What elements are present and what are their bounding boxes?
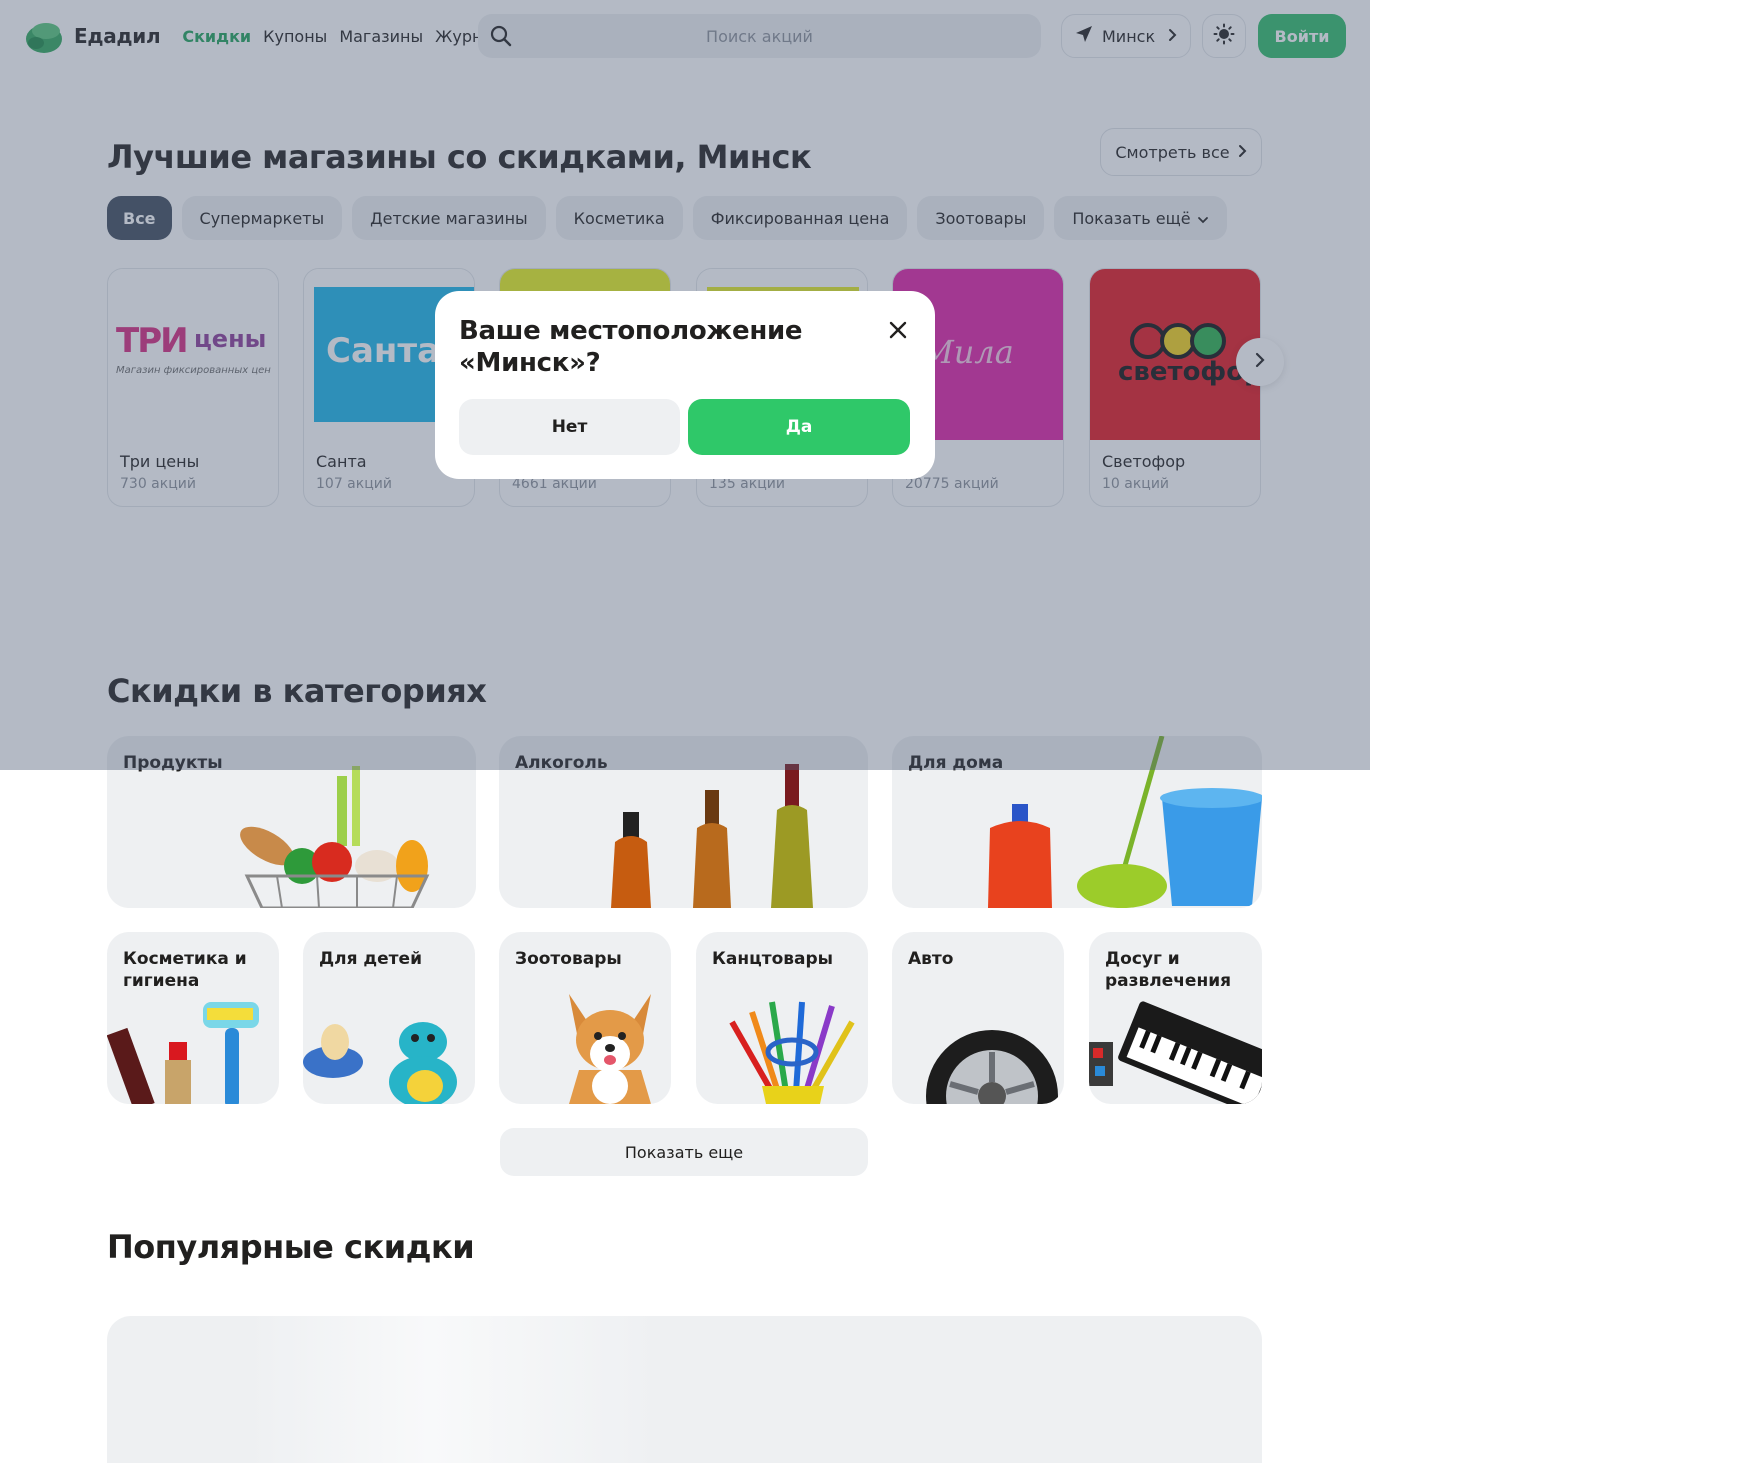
chip-show-more[interactable]: Показать ещё xyxy=(1054,196,1227,240)
chip-fixed-price[interactable]: Фиксированная цена xyxy=(692,196,908,240)
nav-item-coupons[interactable]: Купоны xyxy=(263,27,327,46)
main-nav: Скидки Купоны Магазины Журнал xyxy=(182,27,502,46)
category-card-leisure[interactable]: Досуг и развлечения xyxy=(1089,932,1262,1104)
category-label: Зоотовары xyxy=(515,949,622,969)
category-card-auto[interactable]: Авто xyxy=(892,932,1064,1104)
search-bar[interactable] xyxy=(478,14,1041,58)
store-name: Светофор xyxy=(1102,452,1186,471)
city-selector[interactable]: Минск xyxy=(1061,14,1191,58)
store-name: Три цены xyxy=(120,452,200,471)
popular-title: Популярные скидки xyxy=(107,1228,475,1266)
store-card-svetofor[interactable]: светофор Светофор 10 акций xyxy=(1089,268,1261,507)
nav-item-stores[interactable]: Магазины xyxy=(339,27,423,46)
location-yes-button[interactable]: Да xyxy=(688,399,910,455)
location-confirm-modal: Ваше местоположение «Минск»? Нет Да xyxy=(435,291,935,479)
store-deals-count: 730 акций xyxy=(120,476,196,492)
category-label: Досуг и развлечения xyxy=(1105,949,1232,991)
traffic-light-icon xyxy=(1130,323,1226,359)
location-no-button[interactable]: Нет xyxy=(459,399,680,455)
category-label: Авто xyxy=(908,949,954,969)
modal-title: Ваше местоположение «Минск»? xyxy=(459,316,803,378)
store-logo: светофор xyxy=(1090,269,1260,440)
category-label: Канцтовары xyxy=(712,949,834,969)
frog-logo-icon xyxy=(24,19,64,53)
store-deals-count: 20775 акций xyxy=(905,476,999,492)
page: Едадил Скидки Купоны Магазины Журнал Мин… xyxy=(0,0,1751,1463)
store-name: Санта xyxy=(316,452,367,471)
store-category-chips: Все Супермаркеты Детские магазины Космет… xyxy=(107,196,1227,240)
category-card-cosmetics[interactable]: Косметика и гигиена xyxy=(107,932,279,1104)
synthesizer-icon xyxy=(1089,1001,1262,1104)
chip-show-more-label: Показать ещё xyxy=(1072,208,1191,228)
tire-icon xyxy=(926,1030,1058,1104)
tri-ceny-logo: ТРИ цены Магазин фиксированных цен xyxy=(116,321,271,376)
city-label: Минск xyxy=(1102,26,1156,46)
category-card-home[interactable]: Для дома xyxy=(892,736,1262,908)
see-all-button[interactable]: Смотреть все xyxy=(1100,128,1262,176)
chevron-right-icon xyxy=(1254,351,1266,373)
pencils-icon xyxy=(729,1001,855,1104)
popular-deals-skeleton xyxy=(107,1316,1262,1463)
logo[interactable]: Едадил xyxy=(24,19,182,53)
category-card-kids[interactable]: Для детей xyxy=(303,932,475,1104)
store-deals-count: 107 акций xyxy=(316,476,392,492)
categories-title: Скидки в категориях xyxy=(107,672,487,710)
store-logo: ТРИ цены Магазин фиксированных цен xyxy=(108,269,278,440)
show-more-categories-button[interactable]: Показать еще xyxy=(500,1128,868,1176)
cleaning-supplies-icon xyxy=(988,736,1262,908)
chevron-right-icon xyxy=(1168,27,1178,46)
header: Едадил Скидки Купоны Магазины Журнал Мин… xyxy=(0,0,1370,72)
category-card-alcohol[interactable]: Алкоголь xyxy=(499,736,868,908)
login-button[interactable]: Войти xyxy=(1258,14,1346,58)
close-icon[interactable] xyxy=(883,315,913,345)
category-label: Косметика и гигиена xyxy=(123,949,247,991)
dog-icon xyxy=(569,994,651,1104)
category-card-pets[interactable]: Зоотовары xyxy=(499,932,671,1104)
cosmetics-icon xyxy=(107,1002,259,1104)
chip-kids-stores[interactable]: Детские магазины xyxy=(352,196,546,240)
bottles-icon xyxy=(611,764,813,908)
sun-icon xyxy=(1213,23,1235,49)
chip-supermarkets[interactable]: Супермаркеты xyxy=(181,196,343,240)
chip-pet-supplies[interactable]: Зоотовары xyxy=(917,196,1045,240)
chevron-right-icon xyxy=(1238,143,1247,162)
nav-item-discounts[interactable]: Скидки xyxy=(182,27,251,46)
theme-toggle-button[interactable] xyxy=(1202,14,1246,58)
search-icon[interactable] xyxy=(490,25,512,51)
grocery-basket-icon xyxy=(240,766,430,908)
logo-text: Едадил xyxy=(74,24,161,48)
store-deals-count: 10 акций xyxy=(1102,476,1170,492)
chevron-down-icon xyxy=(1197,209,1209,228)
stores-title: Лучшие магазины со скидками, Минск xyxy=(107,138,812,176)
chip-cosmetics[interactable]: Косметика xyxy=(555,196,683,240)
category-label: Для детей xyxy=(319,949,422,969)
toys-icon xyxy=(303,1022,457,1104)
store-card-tri-ceny[interactable]: ТРИ цены Магазин фиксированных цен Три ц… xyxy=(107,268,279,507)
category-card-stationery[interactable]: Канцтовары xyxy=(696,932,868,1104)
search-input[interactable] xyxy=(478,14,1041,58)
location-arrow-icon xyxy=(1074,24,1094,48)
chip-all[interactable]: Все xyxy=(107,196,172,240)
see-all-label: Смотреть все xyxy=(1115,142,1230,162)
carousel-next-button[interactable] xyxy=(1236,338,1284,386)
category-card-products[interactable]: Продукты xyxy=(107,736,476,908)
